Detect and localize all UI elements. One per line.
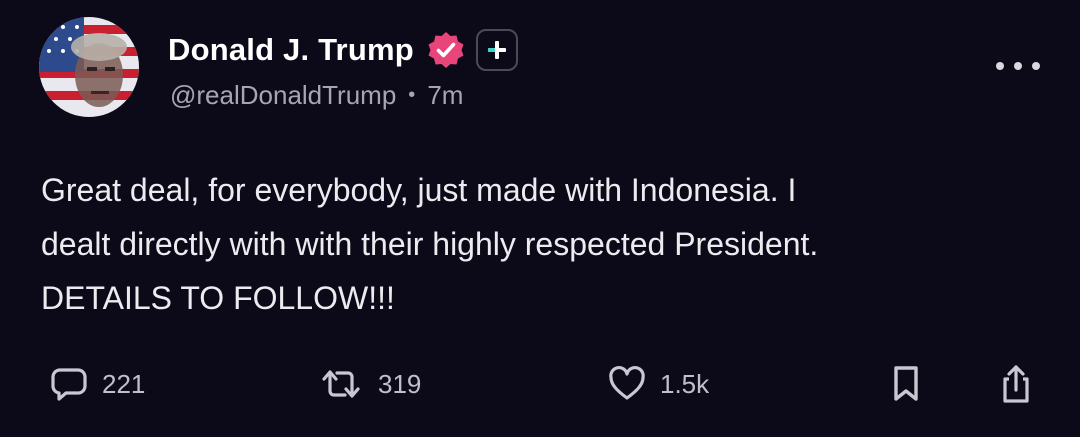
heart-icon	[609, 365, 645, 400]
post-timestamp[interactable]: 7m	[427, 80, 463, 111]
meta-separator: •	[408, 84, 416, 106]
author-name-row: Donald J. Trump	[168, 26, 518, 74]
more-options-button[interactable]	[996, 54, 1040, 78]
repost-icon	[322, 370, 360, 398]
bookmark-icon	[894, 366, 918, 401]
share-button[interactable]	[998, 360, 1034, 408]
repost-count: 319	[378, 368, 422, 399]
action-bar: 221 319 1.5k	[0, 360, 1080, 408]
reply-button[interactable]: 221	[50, 360, 145, 408]
post-text-line: DETAILS TO FOLLOW!!!	[41, 280, 395, 316]
like-count: 1.5k	[660, 368, 710, 399]
comment-icon	[51, 368, 87, 401]
post-body: Great deal, for everybody, just made wit…	[41, 163, 1041, 325]
post-text-line: Great deal, for everybody, just made wit…	[41, 172, 797, 208]
repost-button[interactable]: 319	[318, 360, 421, 408]
share-icon	[1003, 365, 1029, 403]
more-horizontal-icon	[996, 62, 1004, 70]
post-text-line: dealt directly with with their highly re…	[41, 226, 819, 262]
like-button[interactable]: 1.5k	[608, 360, 709, 408]
avatar[interactable]	[39, 17, 139, 117]
author-handle[interactable]: @realDonaldTrump	[170, 80, 396, 111]
bookmark-button[interactable]	[890, 360, 922, 408]
avatar-image	[39, 17, 139, 117]
author-meta: @realDonaldTrump • 7m	[170, 80, 463, 111]
plus-icon[interactable]	[475, 29, 518, 71]
post-card: Donald J. Trump @realDonaldTrump • 7m Gr…	[0, 0, 1080, 437]
author-display-name[interactable]: Donald J. Trump	[168, 32, 414, 68]
verified-badge-icon	[426, 30, 466, 70]
reply-count: 221	[102, 368, 146, 399]
